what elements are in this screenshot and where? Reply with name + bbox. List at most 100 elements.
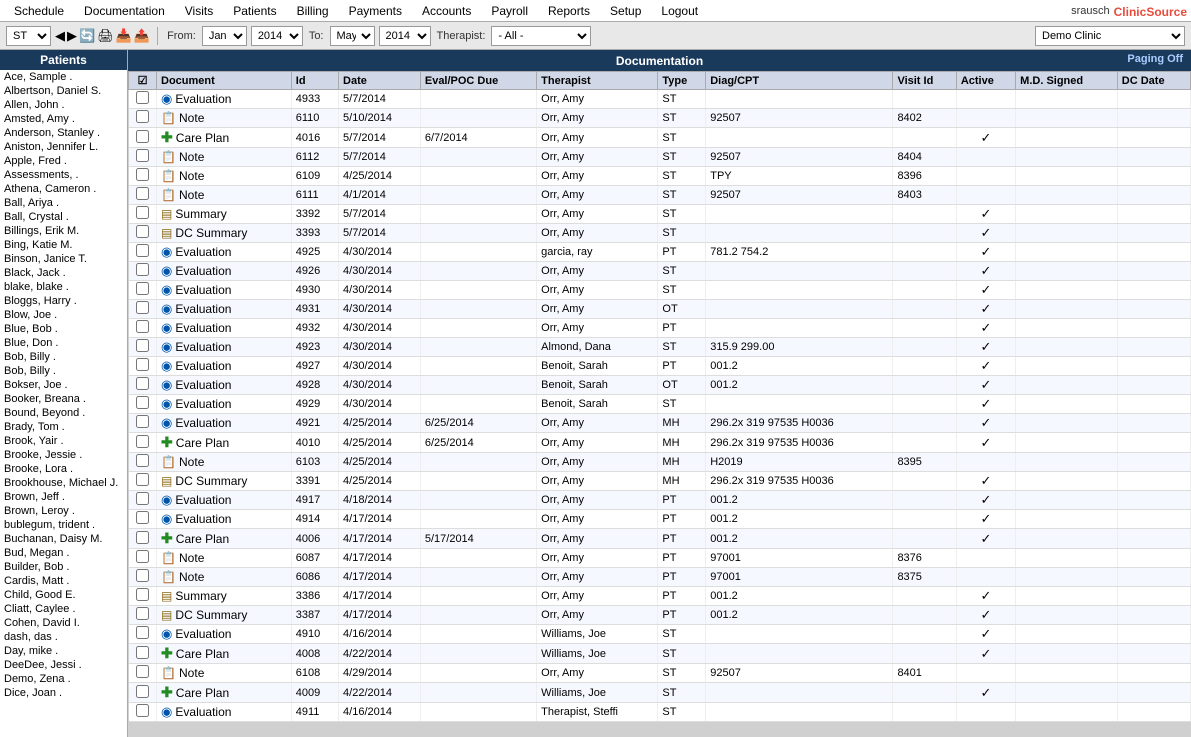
table-row[interactable]: ◉ Evaluation49104/16/2014Williams, JoeST… [129, 625, 1191, 644]
row-checkbox[interactable] [129, 664, 157, 683]
row-checkbox[interactable] [129, 205, 157, 224]
patient-list-item[interactable]: Ace, Sample . [0, 70, 127, 84]
to-month-select[interactable]: May [330, 26, 375, 46]
row-checkbox[interactable] [129, 109, 157, 128]
paging-off-link[interactable]: Paging Off [1127, 53, 1183, 65]
table-row[interactable]: ◉ Evaluation49274/30/2014Benoit, SarahPT… [129, 357, 1191, 376]
table-row[interactable]: ◉ Evaluation49324/30/2014Orr, AmyPT✓ [129, 319, 1191, 338]
patient-list-item[interactable]: Brook, Yair . [0, 434, 127, 448]
table-row[interactable]: ✚ Care Plan40084/22/2014Williams, JoeST✓ [129, 644, 1191, 664]
toolbar-icon-download[interactable]: 📥 [116, 28, 132, 44]
nav-setup[interactable]: Setup [600, 2, 651, 20]
patient-list-item[interactable]: Blue, Bob . [0, 322, 127, 336]
nav-documentation[interactable]: Documentation [74, 2, 175, 20]
row-checkbox[interactable] [129, 606, 157, 625]
nav-logout[interactable]: Logout [651, 2, 708, 20]
toolbar-icon-back[interactable]: ◀ [55, 28, 65, 44]
row-checkbox[interactable] [129, 453, 157, 472]
from-year-select[interactable]: 2014 [251, 26, 303, 46]
patient-list-item[interactable]: Brown, Jeff . [0, 490, 127, 504]
row-checkbox[interactable] [129, 568, 157, 587]
patient-list-item[interactable]: Brown, Leroy . [0, 504, 127, 518]
table-row[interactable]: ✚ Care Plan40064/17/20145/17/2014Orr, Am… [129, 529, 1191, 549]
table-row[interactable]: ▤ DC Summary33935/7/2014Orr, AmyST✓ [129, 224, 1191, 243]
patient-list-item[interactable]: Brooke, Jessie . [0, 448, 127, 462]
patient-list-item[interactable]: Bob, Billy . [0, 350, 127, 364]
patient-list-item[interactable]: Dice, Joan . [0, 686, 127, 700]
row-checkbox[interactable] [129, 281, 157, 300]
row-checkbox[interactable] [129, 376, 157, 395]
table-row[interactable]: ◉ Evaluation49264/30/2014Orr, AmyST✓ [129, 262, 1191, 281]
table-row[interactable]: 📋 Note61084/29/2014Orr, AmyST925078401 [129, 664, 1191, 683]
nav-payments[interactable]: Payments [339, 2, 412, 20]
row-checkbox[interactable] [129, 414, 157, 433]
nav-patients[interactable]: Patients [223, 2, 286, 20]
patient-list-item[interactable]: Cardis, Matt . [0, 574, 127, 588]
patient-list-item[interactable]: Assessments, . [0, 168, 127, 182]
patient-list-item[interactable]: DeeDee, Jessi . [0, 658, 127, 672]
row-checkbox[interactable] [129, 510, 157, 529]
row-checkbox[interactable] [129, 357, 157, 376]
toolbar-icon-upload[interactable]: 📤 [134, 28, 150, 44]
row-checkbox[interactable] [129, 433, 157, 453]
table-row[interactable]: ▤ Summary33925/7/2014Orr, AmyST✓ [129, 205, 1191, 224]
row-checkbox[interactable] [129, 319, 157, 338]
patient-list-item[interactable]: Cohen, David I. [0, 616, 127, 630]
patient-list-item[interactable]: blake, blake . [0, 280, 127, 294]
patient-list-item[interactable]: Apple, Fred . [0, 154, 127, 168]
row-checkbox[interactable] [129, 683, 157, 703]
patient-list-item[interactable]: Billings, Erik M. [0, 224, 127, 238]
row-checkbox[interactable] [129, 224, 157, 243]
patient-list-item[interactable]: Blow, Joe . [0, 308, 127, 322]
table-row[interactable]: ◉ Evaluation49304/30/2014Orr, AmyST✓ [129, 281, 1191, 300]
patient-list-item[interactable]: Bing, Katie M. [0, 238, 127, 252]
table-row[interactable]: ✚ Care Plan40104/25/20146/25/2014Orr, Am… [129, 433, 1191, 453]
patient-list-item[interactable]: Albertson, Daniel S. [0, 84, 127, 98]
toolbar-icon-refresh[interactable]: 🔄 [79, 28, 95, 44]
nav-accounts[interactable]: Accounts [412, 2, 481, 20]
to-year-select[interactable]: 2014 [379, 26, 431, 46]
table-row[interactable]: 📋 Note60864/17/2014Orr, AmyPT970018375 [129, 568, 1191, 587]
nav-schedule[interactable]: Schedule [4, 2, 74, 20]
table-row[interactable]: 📋 Note61034/25/2014Orr, AmyMHH20198395 [129, 453, 1191, 472]
row-checkbox[interactable] [129, 243, 157, 262]
patient-list-item[interactable]: Binson, Janice T. [0, 252, 127, 266]
table-row[interactable]: 📋 Note61125/7/2014Orr, AmyST925078404 [129, 148, 1191, 167]
patient-list-item[interactable]: Brady, Tom . [0, 420, 127, 434]
from-month-select[interactable]: Jan [202, 26, 247, 46]
nav-payroll[interactable]: Payroll [481, 2, 538, 20]
patient-list-item[interactable]: Demo, Zena . [0, 672, 127, 686]
table-row[interactable]: ✚ Care Plan40094/22/2014Williams, JoeST✓ [129, 683, 1191, 703]
patient-list-item[interactable]: Buchanan, Daisy M. [0, 532, 127, 546]
patient-list-item[interactable]: Cliatt, Caylee . [0, 602, 127, 616]
type-select[interactable]: ST [6, 26, 51, 46]
patient-list-item[interactable]: Allen, John . [0, 98, 127, 112]
patient-list-item[interactable]: Child, Good E. [0, 588, 127, 602]
row-checkbox[interactable] [129, 186, 157, 205]
patient-list-item[interactable]: Black, Jack . [0, 266, 127, 280]
row-checkbox[interactable] [129, 491, 157, 510]
row-checkbox[interactable] [129, 300, 157, 319]
patient-list-item[interactable]: Bud, Megan . [0, 546, 127, 560]
row-checkbox[interactable] [129, 90, 157, 109]
patient-list-item[interactable]: Athena, Cameron . [0, 182, 127, 196]
patient-list-item[interactable]: Bound, Beyond . [0, 406, 127, 420]
row-checkbox[interactable] [129, 587, 157, 606]
patient-list-item[interactable]: Builder, Bob . [0, 560, 127, 574]
nav-visits[interactable]: Visits [175, 2, 223, 20]
table-row[interactable]: 📋 Note61094/25/2014Orr, AmySTTPY8396 [129, 167, 1191, 186]
patient-list-item[interactable]: Amsted, Amy . [0, 112, 127, 126]
patient-list-item[interactable]: bublegum, trident . [0, 518, 127, 532]
patient-list-item[interactable]: Day, mike . [0, 644, 127, 658]
table-row[interactable]: ◉ Evaluation49214/25/20146/25/2014Orr, A… [129, 414, 1191, 433]
patient-list-item[interactable]: Booker, Breana . [0, 392, 127, 406]
patient-list-item[interactable]: Anderson, Stanley . [0, 126, 127, 140]
table-row[interactable]: ◉ Evaluation49335/7/2014Orr, AmyST [129, 90, 1191, 109]
patient-list-item[interactable]: Ball, Crystal . [0, 210, 127, 224]
toolbar-icon-forward[interactable]: ▶ [67, 28, 77, 44]
row-checkbox[interactable] [129, 644, 157, 664]
table-row[interactable]: ◉ Evaluation49234/30/2014Almond, DanaST3… [129, 338, 1191, 357]
patient-list-item[interactable]: Bloggs, Harry . [0, 294, 127, 308]
row-checkbox[interactable] [129, 148, 157, 167]
nav-reports[interactable]: Reports [538, 2, 600, 20]
